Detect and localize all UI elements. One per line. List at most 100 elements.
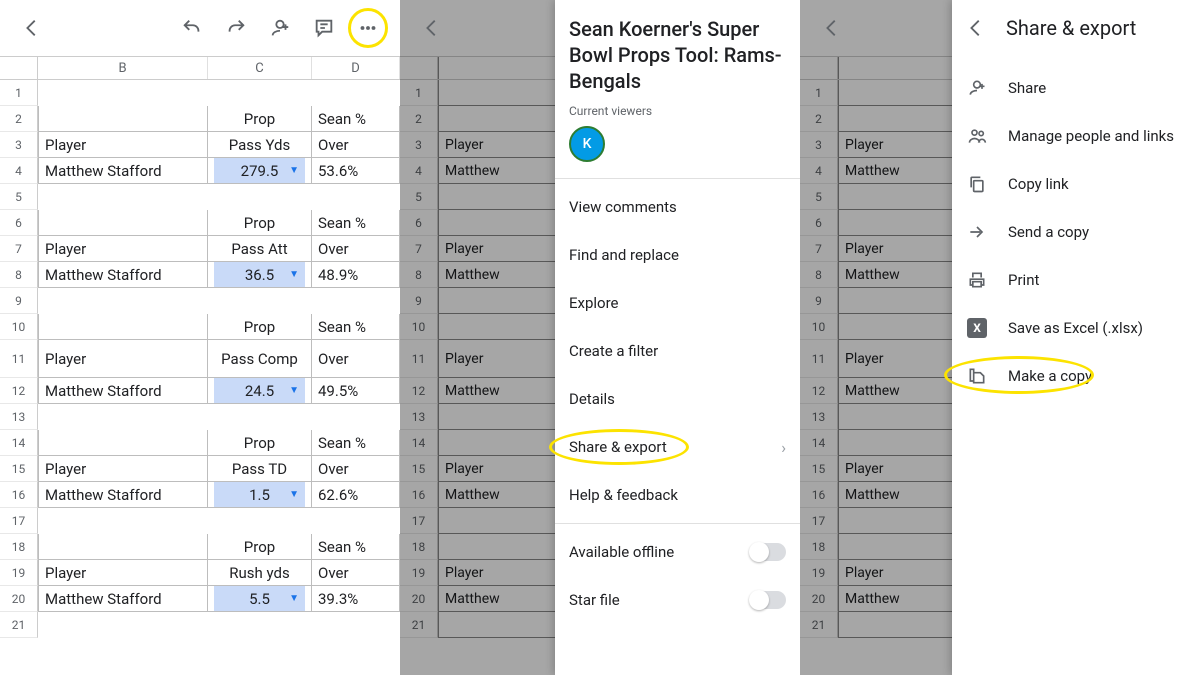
dropdown-arrow-icon[interactable]: ▼: [289, 593, 299, 604]
cell[interactable]: 49.5%: [312, 378, 400, 404]
menu-star-file[interactable]: Star file: [555, 576, 800, 624]
cell[interactable]: Prop: [208, 106, 312, 132]
col-header-c[interactable]: C: [208, 57, 312, 79]
row-header[interactable]: 14: [0, 430, 38, 456]
row-header[interactable]: 1: [0, 80, 38, 106]
menu-available-offline[interactable]: Available offline: [555, 528, 800, 576]
menu-send-copy[interactable]: Send a copy: [952, 208, 1200, 256]
dropdown-arrow-icon[interactable]: ▼: [289, 269, 299, 280]
cell[interactable]: Sean %: [312, 106, 400, 132]
back-button[interactable]: [812, 8, 852, 48]
comment-button[interactable]: [304, 8, 344, 48]
cell[interactable]: Prop: [208, 534, 312, 560]
cell[interactable]: Sean %: [312, 210, 400, 236]
menu-find-replace[interactable]: Find and replace: [555, 231, 800, 279]
menu-create-filter[interactable]: Create a filter: [555, 327, 800, 375]
row-header[interactable]: 15: [0, 456, 38, 482]
menu-details[interactable]: Details: [555, 375, 800, 423]
cell[interactable]: 53.6%: [312, 158, 400, 184]
row-header[interactable]: 2: [0, 106, 38, 132]
menu-manage-people[interactable]: Manage people and links: [952, 112, 1200, 160]
cell[interactable]: Over: [312, 560, 400, 586]
row-header[interactable]: 17: [0, 508, 38, 534]
cell[interactable]: Pass TD: [208, 456, 312, 482]
dropdown-arrow-icon[interactable]: ▼: [289, 489, 299, 500]
menu-view-comments[interactable]: View comments: [555, 183, 800, 231]
row-header[interactable]: 19: [0, 560, 38, 586]
row-header[interactable]: 13: [0, 404, 38, 430]
row-header[interactable]: 9: [0, 288, 38, 314]
cell[interactable]: 39.3%: [312, 586, 400, 612]
cell[interactable]: Rush yds: [208, 560, 312, 586]
col-header-b[interactable]: B: [38, 57, 208, 79]
cell[interactable]: Over: [312, 132, 400, 158]
cell[interactable]: Player: [38, 456, 208, 482]
col-header-d[interactable]: D: [312, 57, 400, 79]
row-header[interactable]: 18: [0, 534, 38, 560]
back-button[interactable]: [12, 8, 52, 48]
cell[interactable]: Prop: [208, 210, 312, 236]
cell[interactable]: 279.5▼: [208, 158, 312, 184]
menu-save-excel[interactable]: XSave as Excel (.xlsx): [952, 304, 1200, 352]
cell[interactable]: Sean %: [312, 534, 400, 560]
cell[interactable]: Over: [312, 456, 400, 482]
row-header[interactable]: 4: [0, 158, 38, 184]
row-header[interactable]: 20: [0, 586, 38, 612]
cell[interactable]: 24.5▼: [208, 378, 312, 404]
row-header[interactable]: 21: [0, 612, 38, 638]
back-button[interactable]: [412, 8, 452, 48]
row-header[interactable]: 8: [0, 262, 38, 288]
menu-print[interactable]: Print: [952, 256, 1200, 304]
cell[interactable]: Sean %: [312, 314, 400, 340]
row-header[interactable]: 5: [0, 184, 38, 210]
cell[interactable]: Over: [312, 236, 400, 262]
dropdown-arrow-icon[interactable]: ▼: [289, 165, 299, 176]
star-toggle[interactable]: [750, 591, 786, 609]
cell[interactable]: Pass Comp: [208, 340, 312, 378]
row-header[interactable]: 11: [0, 340, 38, 378]
cell[interactable]: 48.9%: [312, 262, 400, 288]
add-person-button[interactable]: [260, 8, 300, 48]
row-header[interactable]: 7: [0, 236, 38, 262]
cell[interactable]: [38, 210, 208, 236]
cell[interactable]: [38, 430, 208, 456]
cell[interactable]: Player: [38, 132, 208, 158]
menu-help-feedback[interactable]: Help & feedback: [555, 471, 800, 519]
menu-make-copy[interactable]: Make a copy: [952, 352, 1200, 400]
row-header[interactable]: 16: [0, 482, 38, 508]
cell[interactable]: [38, 106, 208, 132]
cell[interactable]: Pass Att: [208, 236, 312, 262]
cell[interactable]: 5.5▼: [208, 586, 312, 612]
cell[interactable]: 62.6%: [312, 482, 400, 508]
cell[interactable]: Player: [38, 236, 208, 262]
cell[interactable]: Pass Yds: [208, 132, 312, 158]
row-header[interactable]: 6: [0, 210, 38, 236]
row-header[interactable]: 3: [0, 132, 38, 158]
cell[interactable]: Matthew Stafford: [38, 586, 208, 612]
menu-explore[interactable]: Explore: [555, 279, 800, 327]
undo-button[interactable]: [172, 8, 212, 48]
menu-back-button[interactable]: [962, 17, 990, 39]
cell[interactable]: Player: [38, 560, 208, 586]
cell[interactable]: Matthew Stafford: [38, 262, 208, 288]
redo-button[interactable]: [216, 8, 256, 48]
cell[interactable]: [38, 314, 208, 340]
viewer-avatar[interactable]: K: [569, 126, 605, 162]
cell[interactable]: Prop: [208, 314, 312, 340]
cell[interactable]: Matthew Stafford: [38, 378, 208, 404]
cell[interactable]: Over: [312, 340, 400, 378]
dropdown-arrow-icon[interactable]: ▼: [289, 385, 299, 396]
cell[interactable]: Prop: [208, 430, 312, 456]
cell[interactable]: 1.5▼: [208, 482, 312, 508]
cell[interactable]: Matthew Stafford: [38, 482, 208, 508]
cell[interactable]: [38, 534, 208, 560]
cell[interactable]: Sean %: [312, 430, 400, 456]
menu-share-export[interactable]: Share & export›: [555, 423, 800, 471]
row-header[interactable]: 12: [0, 378, 38, 404]
cell[interactable]: 36.5▼: [208, 262, 312, 288]
row-header[interactable]: 10: [0, 314, 38, 340]
offline-toggle[interactable]: [750, 543, 786, 561]
cell[interactable]: Matthew Stafford: [38, 158, 208, 184]
menu-share[interactable]: Share: [952, 64, 1200, 112]
cell[interactable]: Player: [38, 340, 208, 378]
